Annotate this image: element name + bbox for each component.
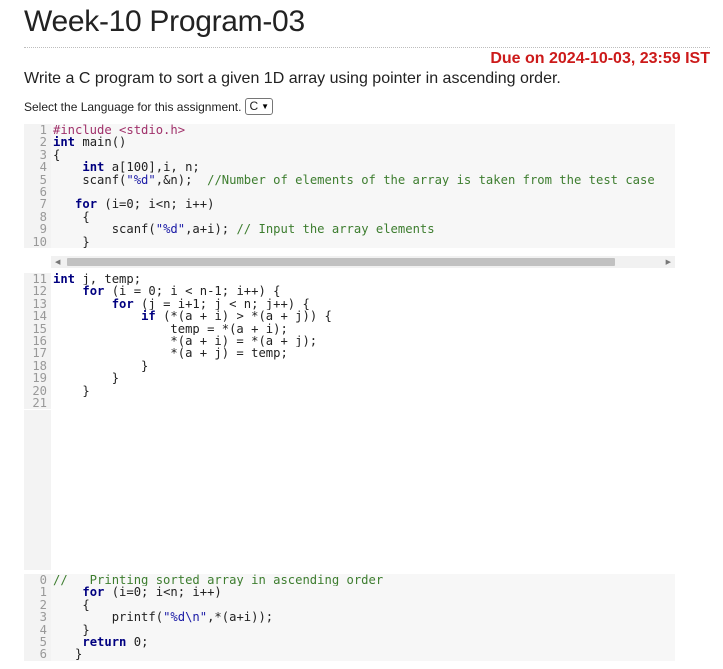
prefix-line: 9 scanf("%d",a+i); // Input the array el… xyxy=(24,223,675,236)
prefix-line: 3{ xyxy=(24,148,675,162)
code-text: for (i=0; i<n; i++) xyxy=(51,586,675,599)
editor-line[interactable]: 12 for (i = 0; i < n-1; i++) { xyxy=(24,285,675,298)
chevron-down-icon: ▼ xyxy=(261,102,270,111)
suffix-line: 3 printf("%d\n",*(a+i)); xyxy=(24,611,675,624)
scroll-left-icon[interactable]: ◀ xyxy=(55,258,60,266)
code-text: int main() xyxy=(51,136,675,149)
code-editor[interactable]: 11 int j, temp; 12 for (i = 0; i < n-1; i+… xyxy=(24,273,675,409)
due-date: Due on 2024-10-03, 23:59 IST xyxy=(490,50,710,67)
editor-line[interactable]: 17 *(a + j) = temp; xyxy=(24,347,675,360)
code-text[interactable]: for (j = i+1; j < n; j++) { xyxy=(51,297,675,311)
editor-line[interactable]: 19 } xyxy=(24,372,675,385)
prefix-code-block: 1 #include <stdio.h> 2 int main() 3{4 int a[… xyxy=(24,124,675,248)
code-text[interactable]: int j, temp; xyxy=(51,273,675,286)
line-number: 17 xyxy=(24,347,51,360)
line-number: 7 xyxy=(24,198,51,211)
code-text: for (i=0; i<n; i++) xyxy=(51,198,675,211)
prefix-line: 10 } xyxy=(24,235,675,248)
suffix-line: 2 { xyxy=(24,598,675,612)
line-number: 9 xyxy=(24,223,51,236)
editor-line[interactable]: 21 xyxy=(24,397,675,409)
suffix-line: 6 } xyxy=(24,648,675,661)
prefix-line: 2 int main() xyxy=(24,136,675,149)
prefix-line: 7 for (i=0; i<n; i++) xyxy=(24,198,675,211)
page-title: Week-10 Program-03 xyxy=(24,5,305,38)
prefix-line: 8 { xyxy=(24,210,675,224)
editor-line[interactable]: 14 if (*(a + i) > *(a + j)) { xyxy=(24,310,675,323)
editor-gutter-fill xyxy=(24,410,51,570)
code-text: { xyxy=(51,148,675,162)
code-text: return 0; xyxy=(51,635,675,649)
code-text[interactable]: *(a + i) = *(a + j); xyxy=(51,334,675,348)
editor-line[interactable]: 16 *(a + i) = *(a + j); xyxy=(24,335,675,347)
code-text: // Printing sorted array in ascending or… xyxy=(51,574,675,587)
language-select[interactable]: C ▼ xyxy=(245,98,274,115)
code-text: int a[100],i, n; xyxy=(51,161,675,174)
assignment-description: Write a C program to sort a given 1D arr… xyxy=(24,70,561,87)
code-text[interactable]: if (*(a + i) > *(a + j)) { xyxy=(51,310,675,323)
code-text: #include <stdio.h> xyxy=(51,124,675,137)
code-text[interactable]: } xyxy=(51,359,675,373)
code-text: } xyxy=(51,235,675,248)
code-text[interactable] xyxy=(51,396,675,410)
suffix-line: 5 return 0; xyxy=(24,636,675,648)
code-text[interactable]: *(a + j) = temp; xyxy=(51,347,675,360)
code-text[interactable]: } xyxy=(51,384,675,397)
line-number: 10 xyxy=(24,235,51,248)
title-divider xyxy=(24,47,710,48)
language-label: Select the Language for this assignment. xyxy=(24,99,242,114)
horizontal-scrollbar[interactable]: ◀ ▶ xyxy=(51,256,675,268)
language-row: Select the Language for this assignment.… xyxy=(24,98,274,115)
line-number: 19 xyxy=(24,372,51,385)
suffix-line: 0// Printing sorted array in ascending o… xyxy=(24,574,675,586)
prefix-line: 6 xyxy=(24,186,675,198)
code-text: printf("%d\n",*(a+i)); xyxy=(51,611,675,624)
line-number: 1 xyxy=(24,586,51,599)
suffix-code-block: 0// Printing sorted array in ascending o… xyxy=(24,574,675,661)
code-text: scanf("%d",a+i); // Input the array elem… xyxy=(51,223,675,236)
line-number: 4 xyxy=(24,161,51,174)
language-selected-value: C xyxy=(249,99,259,113)
code-text[interactable]: temp = *(a + i); xyxy=(51,322,675,335)
prefix-line: 4 int a[100],i, n; xyxy=(24,161,675,174)
suffix-line: 4 } xyxy=(24,623,675,636)
code-text: } xyxy=(51,623,675,636)
code-text: { xyxy=(51,210,675,224)
scrollbar-thumb[interactable] xyxy=(67,258,615,266)
code-text: } xyxy=(51,648,675,661)
editor-line[interactable]: 15 temp = *(a + i); xyxy=(24,322,675,335)
line-number: 2 xyxy=(24,136,51,149)
scroll-right-icon[interactable]: ▶ xyxy=(666,258,671,266)
line-number: 21 xyxy=(24,397,51,409)
prefix-line: 1 #include <stdio.h> xyxy=(24,124,675,136)
line-number: 6 xyxy=(24,648,51,661)
code-text: scanf("%d",&n); //Number of elements of … xyxy=(51,173,675,186)
code-text[interactable]: } xyxy=(51,372,675,385)
editor-line[interactable]: 13 for (j = i+1; j < n; j++) { xyxy=(24,297,675,311)
code-text[interactable]: for (i = 0; i < n-1; i++) { xyxy=(51,285,675,298)
editor-line[interactable]: 11 int j, temp; xyxy=(24,273,675,285)
code-text xyxy=(51,185,675,199)
suffix-line: 1 for (i=0; i<n; i++) xyxy=(24,586,675,599)
editor-line[interactable]: 20 } xyxy=(24,384,675,397)
line-number: 12 xyxy=(24,285,51,298)
editor-line[interactable]: 18 } xyxy=(24,359,675,373)
code-text: { xyxy=(51,598,675,612)
line-number: 14 xyxy=(24,310,51,323)
line-number: 3 xyxy=(24,611,51,624)
prefix-line: 5 scanf("%d",&n); //Number of elements o… xyxy=(24,173,675,186)
